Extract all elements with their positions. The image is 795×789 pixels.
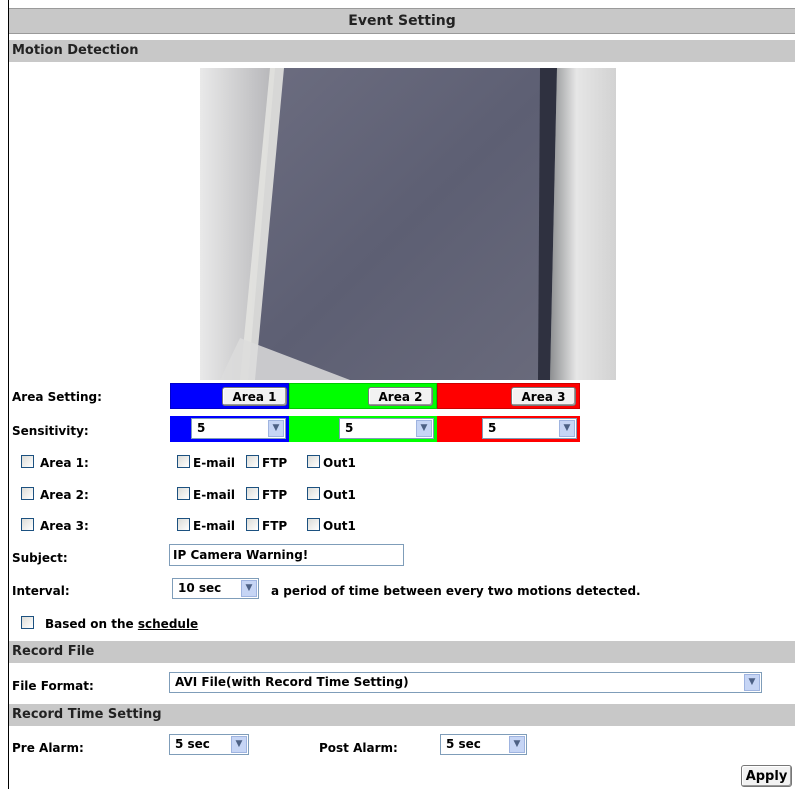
pre-alarm-select[interactable]: 5 sec ▼ [169, 734, 249, 755]
area-1-row-label: Area 1: [40, 456, 89, 470]
section-record-file: Record File [9, 641, 795, 663]
camera-preview [200, 68, 616, 380]
area-2-row-label: Area 2: [40, 488, 89, 502]
sensitivity-1-select[interactable]: 5 ▼ [191, 418, 286, 439]
area-1-out1-checkbox[interactable] [307, 455, 320, 468]
section-record-time-setting: Record Time Setting [9, 704, 795, 726]
schedule-link[interactable]: schedule [138, 617, 198, 631]
page-title: Event Setting [9, 8, 795, 34]
area-1-ftp-checkbox[interactable] [246, 455, 259, 468]
area-1-email-checkbox[interactable] [177, 455, 190, 468]
chevron-down-icon[interactable]: ▼ [416, 420, 432, 437]
subject-label: Subject: [12, 551, 68, 565]
area-3-email-checkbox[interactable] [177, 518, 190, 531]
area-3-button[interactable]: Area 3 [511, 387, 576, 406]
schedule-text: Based on the schedule [45, 617, 198, 631]
subject-input[interactable]: IP Camera Warning! [169, 544, 404, 566]
sensitivity-2-select[interactable]: 5 ▼ [339, 418, 434, 439]
sensitivity-1-box: 5 ▼ [170, 416, 289, 442]
apply-button[interactable]: Apply [741, 765, 792, 787]
area-3-ftp-label: FTP [262, 519, 288, 533]
area-3-checkbox[interactable] [21, 518, 34, 531]
area-3-box: Area 3 [437, 383, 580, 409]
schedule-checkbox[interactable] [21, 616, 34, 629]
post-alarm-label: Post Alarm: [319, 741, 398, 755]
sensitivity-label: Sensitivity: [12, 424, 89, 438]
pre-alarm-label: Pre Alarm: [12, 741, 84, 755]
event-setting-panel: Event Setting Motion Detection Area Sett… [8, 0, 795, 789]
area-1-checkbox[interactable] [21, 455, 34, 468]
area-1-button[interactable]: Area 1 [222, 387, 287, 406]
area-2-out1-checkbox[interactable] [307, 487, 320, 500]
section-motion-detection: Motion Detection [9, 40, 795, 62]
sensitivity-3-box: 5 ▼ [437, 416, 580, 442]
chevron-down-icon[interactable]: ▼ [268, 420, 284, 437]
area-2-out1-label: Out1 [323, 488, 356, 502]
area-1-box: Area 1 [170, 383, 289, 409]
pre-alarm-value: 5 sec [175, 737, 210, 751]
interval-description: a period of time between every two motio… [271, 584, 641, 598]
area-2-box: Area 2 [289, 383, 437, 409]
chevron-down-icon[interactable]: ▼ [231, 736, 247, 753]
area-1-email-label: E-mail [193, 456, 236, 470]
interval-value: 10 sec [178, 581, 222, 595]
area-3-ftp-checkbox[interactable] [246, 518, 259, 531]
file-format-value: AVI File(with Record Time Setting) [175, 675, 409, 689]
area-3-email-label: E-mail [193, 519, 236, 533]
area-3-out1-checkbox[interactable] [307, 518, 320, 531]
chevron-down-icon[interactable]: ▼ [559, 420, 575, 437]
sensitivity-1-value: 5 [197, 421, 206, 435]
sensitivity-2-box: 5 ▼ [289, 416, 437, 442]
area-2-ftp-checkbox[interactable] [246, 487, 259, 500]
file-format-select[interactable]: AVI File(with Record Time Setting) ▼ [169, 672, 762, 693]
interval-label: Interval: [12, 584, 70, 598]
area-1-out1-label: Out1 [323, 456, 356, 470]
area-2-ftp-label: FTP [262, 488, 288, 502]
area-3-out1-label: Out1 [323, 519, 356, 533]
area-2-email-checkbox[interactable] [177, 487, 190, 500]
file-format-label: File Format: [12, 679, 94, 693]
sensitivity-3-select[interactable]: 5 ▼ [482, 418, 577, 439]
chevron-down-icon[interactable]: ▼ [241, 580, 257, 597]
interval-select[interactable]: 10 sec ▼ [172, 578, 259, 599]
area-2-button[interactable]: Area 2 [368, 387, 433, 406]
area-2-checkbox[interactable] [21, 487, 34, 500]
post-alarm-select[interactable]: 5 sec ▼ [440, 734, 527, 755]
chevron-down-icon[interactable]: ▼ [744, 674, 760, 691]
area-setting-label: Area Setting: [12, 390, 102, 404]
schedule-prefix: Based on the [45, 617, 134, 631]
post-alarm-value: 5 sec [446, 737, 481, 751]
sensitivity-3-value: 5 [488, 421, 497, 435]
sensitivity-2-value: 5 [345, 421, 354, 435]
camera-preview-image [200, 68, 616, 380]
area-3-row-label: Area 3: [40, 519, 89, 533]
area-2-email-label: E-mail [193, 488, 236, 502]
chevron-down-icon[interactable]: ▼ [509, 736, 525, 753]
area-1-ftp-label: FTP [262, 456, 288, 470]
